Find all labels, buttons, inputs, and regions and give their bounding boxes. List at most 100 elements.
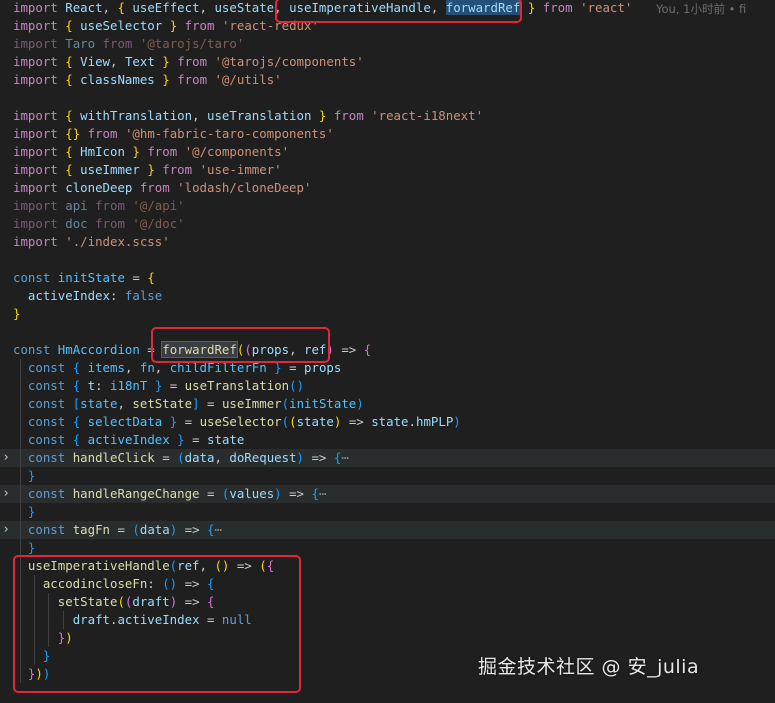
code-token: => [177,522,208,537]
code-token: useImmer [80,162,140,177]
code-token: } [132,144,140,159]
watermark: 掘金技术社区 @ 安_julia [478,656,700,678]
code-text: import api from '@/api' [13,197,185,215]
code-token: View [80,54,111,69]
code-token: ( [132,522,140,537]
folded-ellipsis-icon[interactable]: ⋯ [341,450,348,465]
code-token: activeIndex [87,432,170,447]
code-token: import [13,162,58,177]
code-token: } [27,540,36,555]
code-token: import [13,36,58,51]
code-token: { [311,486,319,501]
code-token: HmAccordion [57,342,140,357]
code-line[interactable] [0,323,775,341]
code-token: { [363,342,372,357]
code-line[interactable]: import { classNames } from '@/utils' [0,71,775,89]
code-token: state [80,396,118,411]
code-token: , [214,450,230,465]
code-token: selectData [87,414,163,429]
code-token: import [13,108,58,123]
code-token: const [27,378,66,393]
code-token: = [199,396,222,411]
code-line[interactable]: } [0,467,775,485]
code-text: const { t: i18nT } = useTranslation() [13,377,304,395]
code-text: } [13,503,35,521]
code-token: import [13,54,58,69]
code-line[interactable]: import api from '@/api' [0,197,775,215]
code-token: { [65,144,73,159]
code-token: } [147,162,155,177]
code-line[interactable]: activeIndex: false [0,287,775,305]
code-line[interactable]: } [0,305,775,323]
code-line[interactable]: } [0,503,775,521]
code-line[interactable]: import { useImmer } from 'use-immer' [0,161,775,179]
code-token: import [13,198,58,213]
code-line[interactable]: const { items, fn, childFilterFn } = pro… [0,359,775,377]
code-token: from [147,144,178,159]
code-line[interactable]: import {} from '@hm-fabric-taro-componen… [0,125,775,143]
code-token: cloneDeep [65,180,133,195]
code-token: , [124,360,140,375]
code-token: { [147,270,155,285]
code-token: doRequest [229,450,297,465]
code-line[interactable] [0,251,775,269]
code-line[interactable]: const [state, setState] = useImmer(initS… [0,395,775,413]
code-line[interactable]: const { activeIndex } = state [0,431,775,449]
code-token: import [13,180,58,195]
code-text: const { selectData } = useSelector((stat… [13,413,461,431]
code-line[interactable]: import doc from '@/doc' [0,215,775,233]
code-line[interactable]: import cloneDeep from 'lodash/cloneDeep' [0,179,775,197]
code-line[interactable]: import { View, Text } from '@tarojs/comp… [0,53,775,71]
code-line[interactable]: const HmAccordion = forwardRef((props, r… [0,341,775,359]
code-text: import { withTranslation, useTranslation… [13,107,483,125]
code-token: '@hm-fabric-taro-components' [124,126,334,141]
code-line[interactable]: › const tagFn = (data) => {⋯ [0,521,775,539]
code-token: useSelector [199,414,282,429]
code-line[interactable]: › const handleClick = (data, doRequest) … [0,449,775,467]
folded-ellipsis-icon[interactable]: ⋯ [215,522,222,537]
code-token: state [207,432,245,447]
code-line[interactable]: import Taro from '@tarojs/taro' [0,35,775,53]
code-token: , [117,396,133,411]
highlight-box-forwardref [151,327,330,363]
code-token: ( [281,396,290,411]
code-line[interactable]: const { selectData } = useSelector((stat… [0,413,775,431]
code-text: const initState = { [13,269,155,287]
code-line[interactable]: const { t: i18nT } = useTranslation() [0,377,775,395]
code-token: doc [65,216,88,231]
code-text: import Taro from '@tarojs/taro' [13,35,244,53]
code-token: { [207,522,215,537]
code-text: const tagFn = (data) => {⋯ [13,521,222,539]
code-line[interactable]: import { HmIcon } from '@/components' [0,143,775,161]
code-line[interactable]: const initState = { [0,269,775,287]
code-token: = [177,414,200,429]
code-token: Text [124,54,155,69]
fold-chevron-icon[interactable]: › [0,521,12,539]
code-token: useTranslation [184,378,290,393]
code-text: import { useSelector } from 'react-redux… [13,17,319,35]
code-line[interactable]: import { withTranslation, useTranslation… [0,107,775,125]
code-line[interactable]: › const handleRangeChange = (values) => … [0,485,775,503]
code-line[interactable]: import './index.scss' [0,233,775,251]
fold-chevron-icon[interactable]: › [0,485,12,503]
code-token: from [177,54,208,69]
highlight-box-import [275,0,522,23]
code-token: classNames [80,72,155,87]
code-token: import [13,0,58,15]
code-token: { [65,72,73,87]
code-token: } [162,54,170,69]
code-line[interactable] [0,89,775,107]
folded-ellipsis-icon[interactable]: ⋯ [319,486,326,501]
fold-chevron-icon[interactable]: › [0,449,12,467]
